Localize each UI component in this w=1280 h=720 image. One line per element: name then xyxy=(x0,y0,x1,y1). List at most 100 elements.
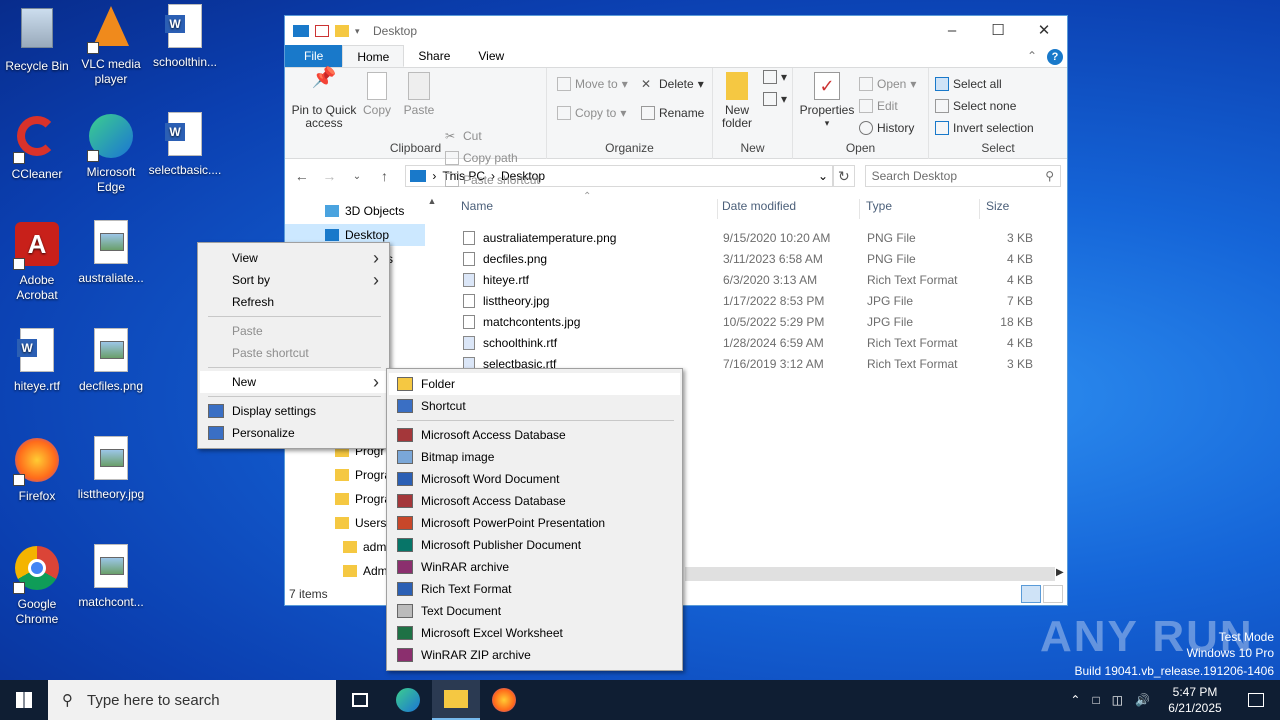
tray-chevron-icon[interactable]: ⌃ xyxy=(1070,693,1080,707)
recent-locations-button[interactable]: ⌄ xyxy=(346,171,368,182)
properties-qa-icon[interactable] xyxy=(315,25,329,37)
address-dropdown-icon[interactable]: ⌄ xyxy=(818,169,828,183)
menu-item-microsoft-excel-worksheet[interactable]: Microsoft Excel Worksheet xyxy=(389,622,680,644)
network-icon[interactable]: □ xyxy=(1092,693,1099,707)
desktop-icon[interactable]: matchcont... xyxy=(74,544,148,610)
details-view-icon[interactable] xyxy=(1021,585,1041,603)
nav-item[interactable]: Progra xyxy=(335,488,391,510)
collapse-ribbon-icon[interactable]: ⌃ xyxy=(1021,45,1043,67)
file-row[interactable]: decfiles.png 3/11/2023 6:58 AM PNG File 4 K… xyxy=(443,249,1043,270)
select-all-button[interactable]: Select all xyxy=(935,77,1002,91)
file-row[interactable]: matchcontents.jpg 10/5/2022 5:29 PM JPG Fi… xyxy=(443,312,1043,333)
file-row[interactable]: schoolthink.rtf 1/28/2024 6:59 AM Rich Tex… xyxy=(443,333,1043,354)
menu-item-microsoft-publisher-document[interactable]: Microsoft Publisher Document xyxy=(389,534,680,556)
file-row[interactable]: listtheory.jpg 1/17/2022 8:53 PM JPG File 7… xyxy=(443,291,1043,312)
file-row[interactable]: hiteye.rtf 6/3/2020 3:13 AM Rich Text Form… xyxy=(443,270,1043,291)
menu-item-text-document[interactable]: Text Document xyxy=(389,600,680,622)
desktop-icon[interactable]: Firefox xyxy=(0,436,74,504)
menu-item-refresh[interactable]: Refresh xyxy=(200,291,387,313)
task-view-button[interactable] xyxy=(336,680,384,720)
menu-item-winrar-zip-archive[interactable]: WinRAR ZIP archive xyxy=(389,644,680,666)
menu-item-rich-text-format[interactable]: Rich Text Format xyxy=(389,578,680,600)
folder-qa-icon[interactable] xyxy=(335,25,349,37)
close-button[interactable]: ✕ xyxy=(1021,16,1067,46)
clock[interactable]: 5:47 PM 6/21/2025 xyxy=(1162,684,1228,716)
new-item-button[interactable]: ▾ xyxy=(763,70,787,84)
taskbar-edge[interactable] xyxy=(384,680,432,720)
properties-button[interactable]: ✓ Properties ▾ xyxy=(797,72,857,130)
maximize-button[interactable]: ☐ xyxy=(975,16,1021,46)
column-type[interactable]: Type xyxy=(859,199,892,219)
desktop-icon[interactable]: VLC media player xyxy=(74,4,148,87)
desktop-icon[interactable]: listtheory.jpg xyxy=(74,436,148,502)
copy-button[interactable]: Copy xyxy=(359,72,395,117)
scroll-right-icon[interactable]: ▶ xyxy=(1056,567,1064,578)
menu-item-view[interactable]: View › xyxy=(200,247,387,269)
menu-item-bitmap-image[interactable]: Bitmap image xyxy=(389,446,680,468)
large-icons-view-icon[interactable] xyxy=(1043,585,1063,603)
forward-button[interactable]: → xyxy=(319,168,341,184)
desktop-icon[interactable]: CCleaner xyxy=(0,112,74,182)
menu-item-shortcut[interactable]: Shortcut xyxy=(389,395,680,417)
desktop-icon[interactable]: Microsoft Edge xyxy=(74,112,148,195)
menu-item-microsoft-powerpoint-presentation[interactable]: Microsoft PowerPoint Presentation xyxy=(389,512,680,534)
search-input[interactable]: Search Desktop ⚲ xyxy=(864,165,1062,187)
desktop-icon[interactable]: A Adobe Acrobat xyxy=(0,220,74,303)
menu-item-microsoft-word-document[interactable]: Microsoft Word Document xyxy=(389,468,680,490)
history-button[interactable]: History xyxy=(859,121,914,135)
rename-button[interactable]: Rename xyxy=(641,106,704,120)
desktop-icon[interactable]: Recycle Bin xyxy=(0,4,74,74)
minimize-button[interactable]: – xyxy=(929,16,975,46)
menu-item-new[interactable]: New › xyxy=(200,371,387,393)
easy-access-button[interactable]: ▾ xyxy=(763,92,787,106)
menu-item-paste-shortcut[interactable]: Paste shortcut xyxy=(200,342,387,364)
menu-item-microsoft-access-database[interactable]: Microsoft Access Database xyxy=(389,490,680,512)
volume-icon[interactable]: 🔊 xyxy=(1135,693,1150,707)
paste-button[interactable]: Paste xyxy=(401,72,437,117)
tab-view[interactable]: View xyxy=(464,45,518,67)
desktop-icon[interactable]: Whiteye.rtf xyxy=(0,328,74,394)
menu-item-sort-by[interactable]: Sort by › xyxy=(200,269,387,291)
column-name[interactable]: Name xyxy=(461,199,493,219)
menu-item-folder[interactable]: Folder xyxy=(389,373,680,395)
nav-item[interactable]: Users xyxy=(335,512,386,534)
nav-item[interactable]: Progra xyxy=(335,464,391,486)
desktop-icon[interactable]: Google Chrome xyxy=(0,544,74,627)
scroll-up-icon[interactable]: ▲ xyxy=(425,196,439,206)
desktop-icon[interactable]: Wselectbasic.... xyxy=(148,112,222,178)
move-to-button[interactable]: Move to ▾ xyxy=(557,77,628,91)
column-date[interactable]: Date modified xyxy=(717,199,796,219)
invert-selection-button[interactable]: Invert selection xyxy=(935,121,1034,135)
open-button[interactable]: Open ▾ xyxy=(859,77,916,91)
taskbar-file-explorer[interactable] xyxy=(432,680,480,720)
tab-share[interactable]: Share xyxy=(404,45,464,67)
tab-home[interactable]: Home xyxy=(342,45,405,67)
menu-item-microsoft-access-database[interactable]: Microsoft Access Database xyxy=(389,424,680,446)
delete-button[interactable]: ✕ Delete ▾ xyxy=(641,77,704,91)
paste-shortcut-button[interactable]: Paste shortcut xyxy=(445,173,540,187)
start-button[interactable] xyxy=(0,680,48,720)
notifications-icon[interactable] xyxy=(1248,693,1264,707)
menu-item-personalize[interactable]: Personalize xyxy=(200,422,387,444)
menu-item-display-settings[interactable]: Display settings xyxy=(200,400,387,422)
taskbar-search[interactable]: ⚲ Type here to search xyxy=(48,680,336,720)
help-icon[interactable]: ? xyxy=(1043,45,1067,67)
nav-item[interactable]: Adm xyxy=(343,560,388,582)
qa-dropdown-icon[interactable]: ▾ xyxy=(355,25,363,37)
nav-item[interactable]: adm xyxy=(343,536,386,558)
file-row[interactable]: australiatemperature.png 9/15/2020 10:20 … xyxy=(443,228,1043,249)
up-button[interactable]: ↑ xyxy=(374,168,396,184)
horizontal-scrollbar[interactable] xyxy=(685,567,1055,581)
nav-item[interactable]: 3D Objects xyxy=(325,200,404,222)
pin-quick-access-button[interactable]: 📌 Pin to Quick access xyxy=(289,68,359,130)
column-size[interactable]: Size xyxy=(979,199,1009,219)
taskbar-firefox[interactable] xyxy=(480,680,528,720)
back-button[interactable]: ← xyxy=(291,168,313,184)
ethernet-icon[interactable]: ◫ xyxy=(1112,693,1123,707)
menu-item-winrar-archive[interactable]: WinRAR archive xyxy=(389,556,680,578)
select-none-button[interactable]: Select none xyxy=(935,99,1016,113)
menu-item-paste[interactable]: Paste xyxy=(200,320,387,342)
desktop-icon[interactable]: Wschoolthin... xyxy=(148,4,222,70)
desktop-icon[interactable]: decfiles.png xyxy=(74,328,148,394)
new-folder-button[interactable]: New folder xyxy=(715,72,759,130)
